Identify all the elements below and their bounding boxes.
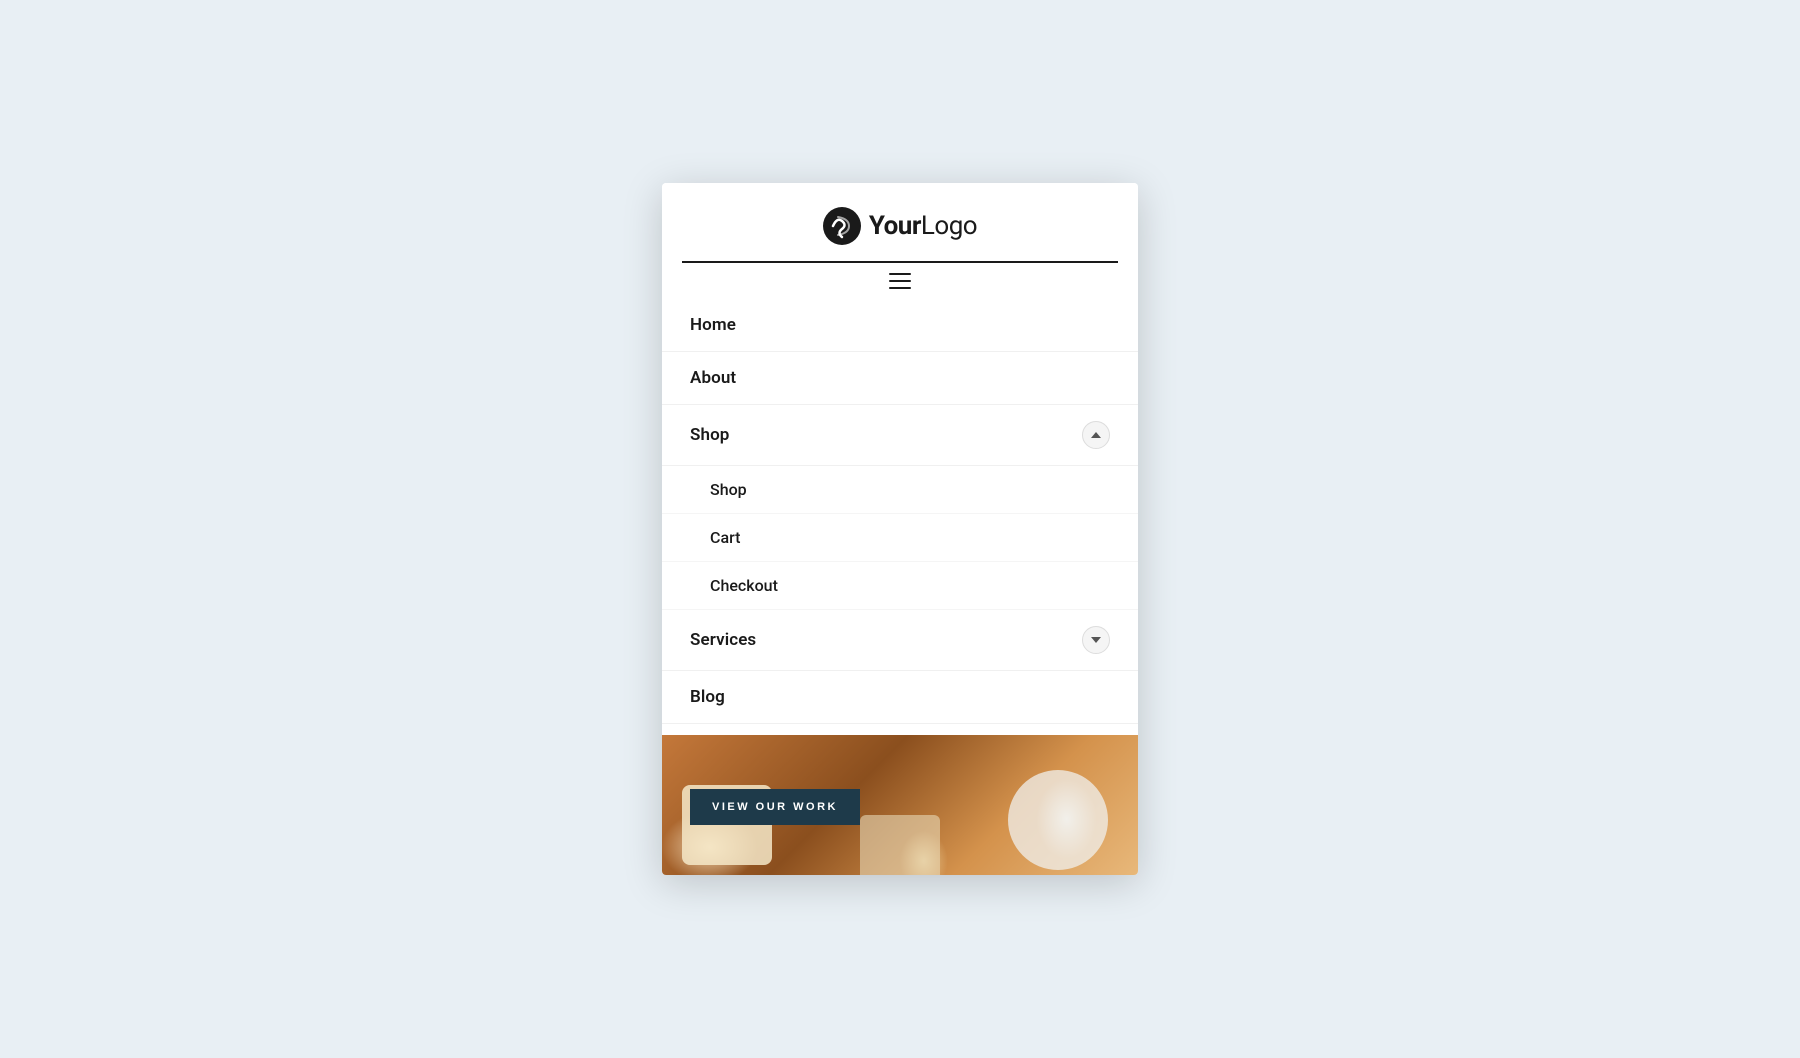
logo-icon [823,207,861,245]
logo-area: YourLogo [823,207,977,245]
logo-text: YourLogo [869,211,977,241]
nav-subitem-checkout[interactable]: Checkout [662,562,1138,610]
nav-item-blog-label: Blog [690,687,725,707]
nav-item-shop[interactable]: Shop [662,405,1138,466]
nav-item-home-label: Home [690,315,736,335]
nav-item-contact[interactable]: Contact [662,724,1138,735]
nav-item-about[interactable]: About [662,352,1138,405]
hamburger-bar[interactable] [682,261,1118,299]
hamburger-line-3 [889,287,911,289]
nav-item-services[interactable]: Services [662,610,1138,671]
nav-menu: Home About Shop Shop Cart Checkout Servi… [662,299,1138,735]
hamburger-icon[interactable] [889,273,911,289]
mobile-preview: YourLogo Home About Shop [662,183,1138,875]
nav-item-about-label: About [690,368,736,388]
nav-item-shop-label: Shop [690,425,729,445]
cushion-right [1008,770,1108,870]
nav-subitem-shop-label: Shop [710,480,747,499]
cushion-center [860,815,940,875]
hamburger-line-1 [889,273,911,275]
nav-item-services-label: Services [690,630,756,650]
logo-bold: Your [869,211,921,241]
nav-subitem-cart-label: Cart [710,528,740,547]
nav-subitem-shop[interactable]: Shop [662,466,1138,514]
hero-image: VIEW OUR WORK [662,735,1138,875]
hamburger-line-2 [889,280,911,282]
cta-button[interactable]: VIEW OUR WORK [690,789,860,825]
chevron-down-icon [1091,637,1101,643]
chevron-up-icon [1091,432,1101,438]
nav-subitem-checkout-label: Checkout [710,576,778,595]
nav-item-home[interactable]: Home [662,299,1138,352]
nav-subitem-cart[interactable]: Cart [662,514,1138,562]
services-chevron-button[interactable] [1082,626,1110,654]
header: YourLogo [662,183,1138,299]
logo-light: Logo [921,211,977,241]
shop-chevron-button[interactable] [1082,421,1110,449]
nav-item-blog[interactable]: Blog [662,671,1138,724]
